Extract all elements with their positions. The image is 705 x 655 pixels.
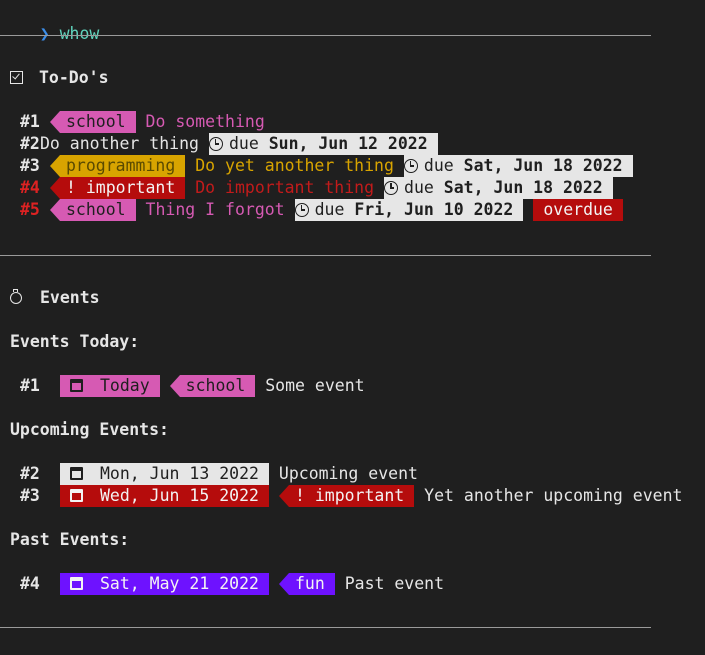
event-item: #3 Wed, Jun 15 2022 ! important Yet anothe…: [0, 485, 682, 507]
due-date: Fri, Jun 10 2022: [354, 200, 514, 219]
due-chip: due Sat, Jun 18 2022: [403, 155, 633, 177]
todo-number: #3: [20, 156, 40, 175]
overdue-badge: overdue: [533, 199, 623, 221]
watch-icon: [10, 289, 22, 304]
divider: [0, 627, 651, 628]
clock-icon: [403, 159, 418, 173]
tag-notch: [50, 177, 60, 199]
tag-label: ! important: [60, 177, 186, 199]
tag-notch: [50, 155, 60, 177]
event-number: #3: [20, 486, 40, 505]
event-text: Upcoming event: [278, 464, 418, 483]
terminal-window: ❯ whow To-Do's #1 school Do something #2 D…: [0, 0, 705, 655]
prompt-arrow-icon: ❯: [39, 24, 50, 43]
tag-notch: [50, 199, 60, 221]
calendar-icon: [70, 379, 83, 392]
todo-item: #5 school Thing I forgot due Fri, Jun 10 2…: [0, 199, 623, 221]
event-number: #4: [20, 574, 40, 593]
calendar-icon: [70, 467, 83, 480]
tag-notch: [278, 485, 289, 507]
event-date-chip: Today: [60, 375, 160, 397]
clock-icon: [208, 137, 223, 151]
due-chip: due Fri, Jun 10 2022: [294, 199, 524, 221]
todos-heading: To-Do's: [10, 67, 109, 89]
tag-notch: [169, 375, 180, 397]
todo-text: Do important thing: [195, 178, 375, 197]
todo-text: Thing I forgot: [145, 200, 285, 219]
divider: [0, 255, 651, 256]
todo-item: #4 ! important Do important thing due Sat,…: [0, 177, 613, 199]
tag-label: ! important: [288, 485, 415, 507]
due-date: Sun, Jun 12 2022: [268, 134, 428, 153]
calendar-icon: [70, 489, 83, 502]
clock-icon: [294, 203, 309, 217]
prompt-line: ❯ whow: [0, 1, 100, 43]
todo-item: #3 programming Do yet another thing due Sa…: [0, 155, 633, 177]
event-number: #1: [20, 376, 40, 395]
event-date-chip: Sat, May 21 2022: [60, 573, 269, 595]
todo-item: #2Do another thing due Sun, Jun 12 2022: [0, 133, 438, 155]
events-heading: Events: [10, 287, 100, 309]
todo-number: #5: [20, 200, 40, 219]
event-text: Past event: [344, 574, 445, 593]
tag-label: school: [179, 375, 256, 397]
event-number: #2: [20, 464, 40, 483]
events-title: Events: [40, 288, 100, 307]
due-date: Sat, Jun 18 2022: [443, 178, 603, 197]
event-item: #1 Today school Some event: [0, 375, 365, 397]
event-date-chip: Wed, Jun 15 2022: [60, 485, 269, 507]
todo-number: #1: [20, 112, 40, 131]
event-item: #4 Sat, May 21 2022 fun Past event: [0, 573, 444, 595]
due-chip: due Sat, Jun 18 2022: [384, 177, 613, 199]
event-date-chip: Mon, Jun 13 2022: [60, 463, 269, 485]
tag-label: school: [60, 111, 136, 133]
todo-number: #4: [20, 178, 40, 197]
todo-item: #1 school Do something: [0, 111, 265, 133]
todo-text: Do something: [145, 112, 265, 131]
event-item: #2 Mon, Jun 13 2022 Upcoming event: [0, 463, 418, 485]
tag-label: fun: [288, 573, 335, 595]
todo-text: Do another thing: [40, 134, 199, 153]
divider: [0, 35, 651, 36]
tag-notch: [278, 573, 289, 595]
calendar-icon: [70, 577, 83, 590]
todo-text: Do yet another thing: [195, 156, 394, 175]
prompt-command: whow: [59, 24, 100, 43]
event-text: Yet another upcoming event: [424, 486, 683, 505]
events-today-heading: Events Today:: [10, 332, 140, 351]
due-date: Sat, Jun 18 2022: [463, 156, 623, 175]
upcoming-events-heading: Upcoming Events:: [10, 420, 169, 439]
due-chip: due Sun, Jun 12 2022: [208, 133, 438, 155]
todos-title: To-Do's: [39, 68, 109, 87]
tag-label: programming: [60, 155, 186, 177]
event-text: Some event: [265, 376, 365, 395]
clock-icon: [384, 181, 399, 195]
past-events-heading: Past Events:: [10, 530, 130, 549]
checkbox-icon: [10, 71, 23, 84]
tag-label: school: [60, 199, 136, 221]
tag-notch: [50, 111, 60, 133]
